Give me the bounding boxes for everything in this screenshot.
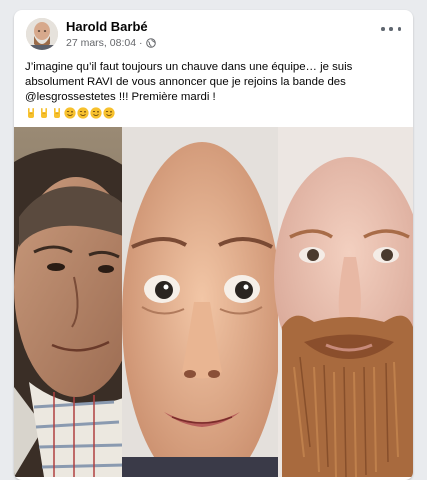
globe-icon[interactable] bbox=[145, 38, 156, 48]
dot bbox=[389, 27, 393, 31]
post-text-line: absolument RAVI de vous annoncer que je … bbox=[25, 76, 346, 88]
winking-face-icon bbox=[64, 106, 76, 119]
post-meta: 27 mars, 08:04 · bbox=[66, 37, 156, 49]
winking-face-icon bbox=[90, 106, 102, 119]
portrait-left bbox=[14, 127, 138, 477]
winking-face-icon bbox=[77, 106, 89, 119]
sign-of-horns-icon bbox=[38, 106, 50, 118]
dot bbox=[397, 27, 401, 31]
sign-of-horns-icon bbox=[51, 106, 63, 118]
winking-face-icon bbox=[103, 106, 115, 119]
post-text: J’imagine qu’il faut toujours un chauve … bbox=[25, 60, 405, 105]
portrait-right bbox=[274, 127, 413, 477]
emoji-row bbox=[25, 106, 115, 119]
post-card: Harold Barbé 27 mars, 08:04 · J’imagine … bbox=[14, 10, 413, 480]
post-photo[interactable] bbox=[14, 127, 413, 477]
author-avatar[interactable] bbox=[26, 18, 58, 50]
post-text-line: @lesgrossestetes !!! Première mardi ! bbox=[25, 91, 216, 103]
sign-of-horns-icon bbox=[25, 106, 37, 118]
dot bbox=[381, 27, 385, 31]
more-options-icon[interactable] bbox=[381, 24, 401, 34]
author-name[interactable]: Harold Barbé bbox=[66, 19, 148, 34]
post-text-line: J’imagine qu’il faut toujours un chauve … bbox=[25, 61, 353, 73]
portrait-middle bbox=[122, 127, 282, 477]
post-timestamp[interactable]: 27 mars, 08:04 bbox=[66, 37, 136, 49]
meta-separator: · bbox=[139, 37, 143, 49]
